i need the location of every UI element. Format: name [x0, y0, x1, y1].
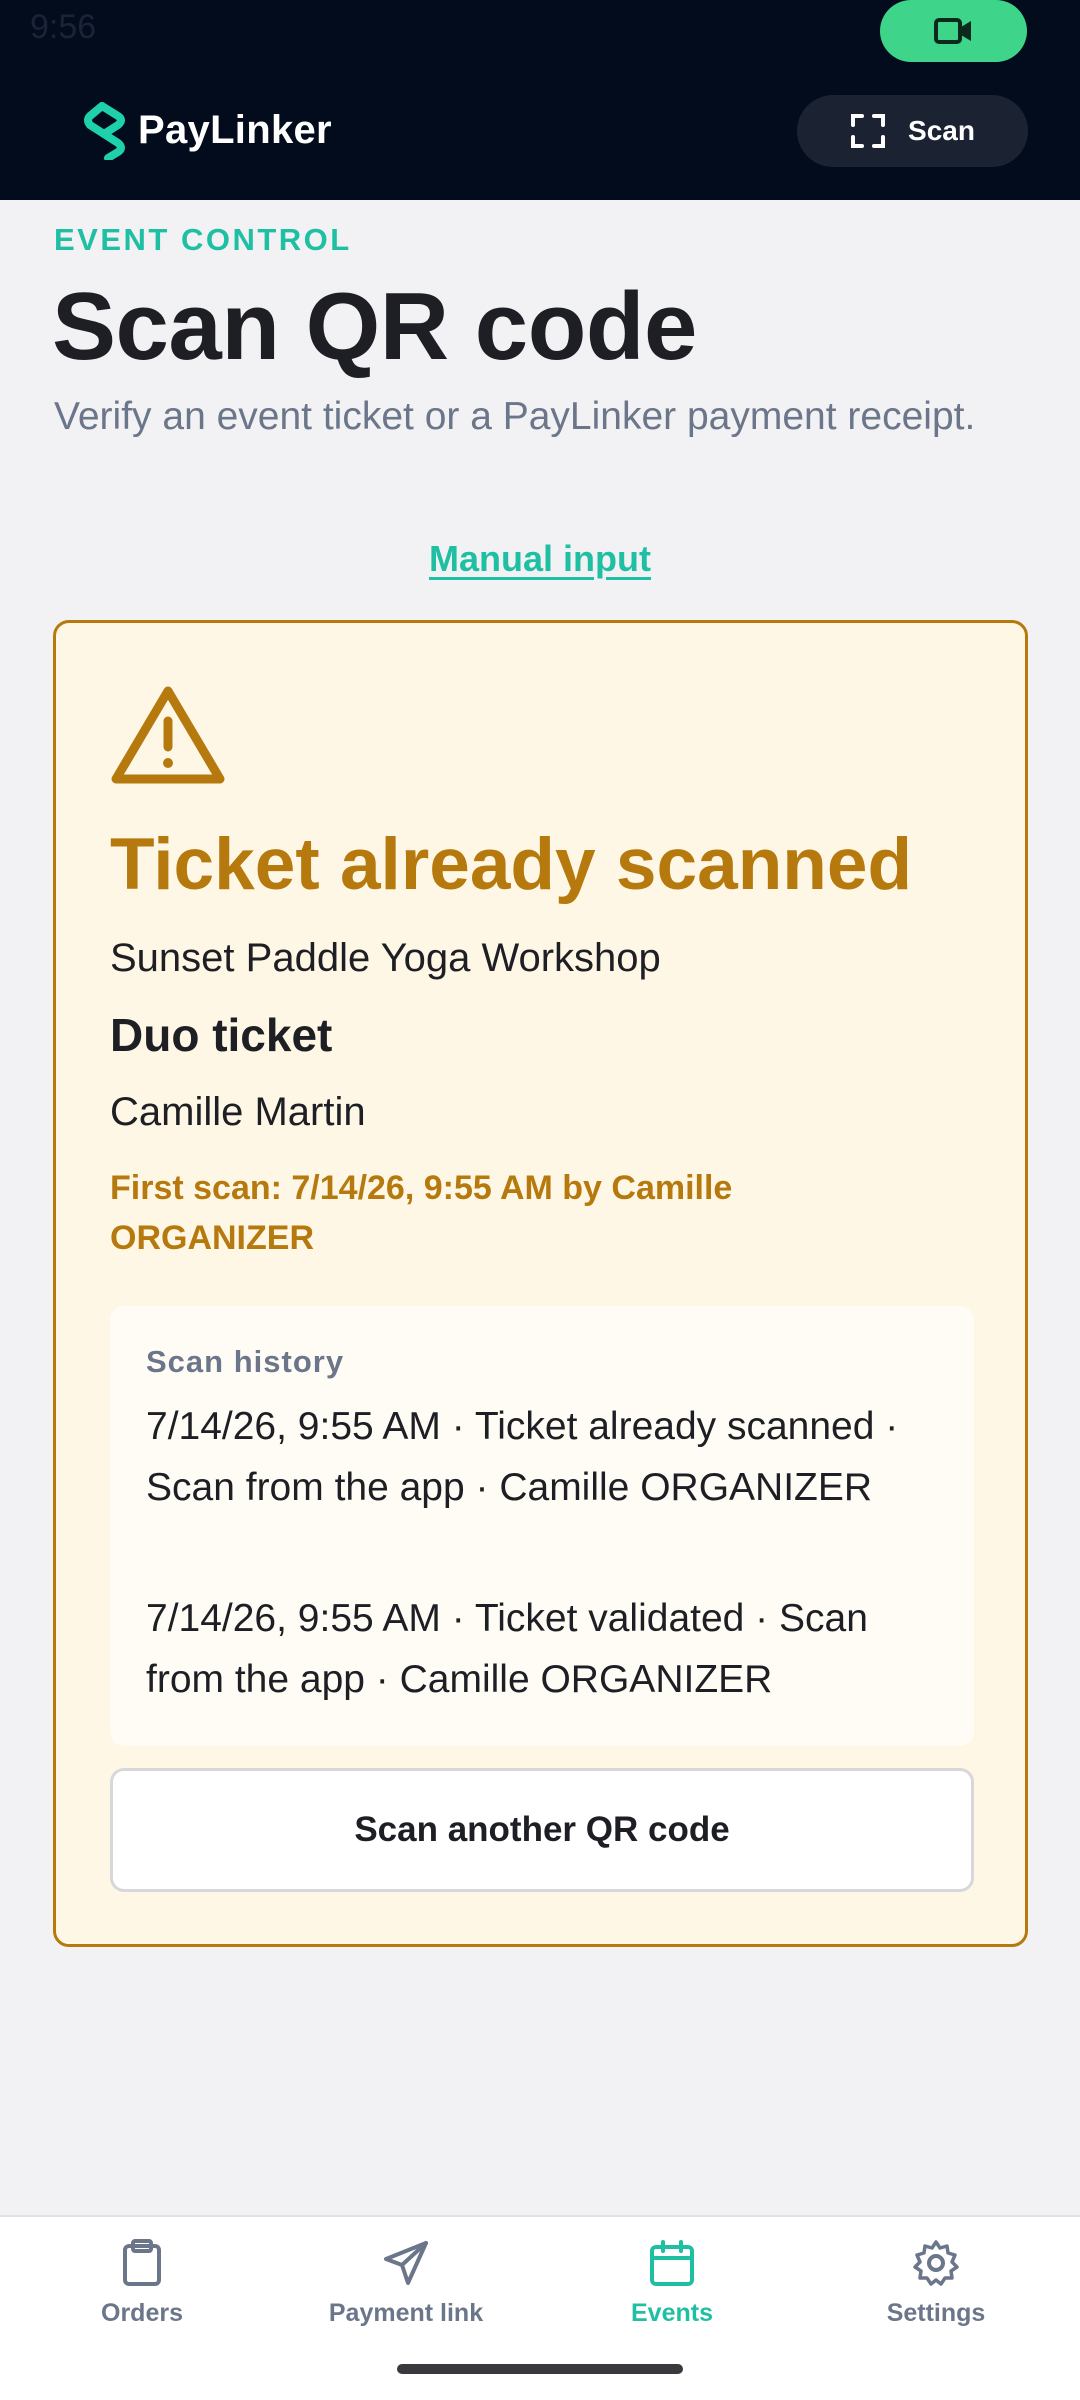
scan-history-label: Scan history — [146, 1344, 345, 1379]
nav-item-orders[interactable]: Orders — [12, 2239, 272, 2359]
scan-button-label: Scan — [908, 115, 975, 146]
ticket-holder: Camille Martin — [110, 1090, 366, 1134]
clipboard-icon — [123, 2239, 161, 2286]
app-header: 9:56 PayLinker Scan — [0, 0, 1080, 200]
status-time: 9:56 — [30, 8, 97, 46]
nav-item-settings[interactable]: Settings — [806, 2239, 1066, 2359]
brand-name: PayLinker — [138, 107, 332, 152]
event-name: Sunset Paddle Yoga Workshop — [110, 936, 661, 980]
scan-history-panel: Scan history 7/14/26, 9:55 AM · Ticket a… — [110, 1306, 974, 1746]
scan-another-button[interactable]: Scan another QR code — [110, 1768, 974, 1892]
result-title: Ticket already scanned — [110, 824, 913, 905]
nav-label: Orders — [101, 2299, 183, 2327]
paylinker-logo-icon — [84, 102, 125, 160]
ticket-already-scanned-card: Ticket already scanned Sunset Paddle Yog… — [53, 620, 1028, 1947]
section-eyebrow: EVENT CONTROL — [54, 222, 352, 257]
nav-item-events[interactable]: Events — [542, 2239, 802, 2359]
nav-label: Settings — [886, 2299, 986, 2327]
page-subtitle: Verify an event ticket or a PayLinker pa… — [54, 395, 976, 438]
warning-triangle-icon — [111, 686, 225, 784]
header-scan-button[interactable]: Scan — [797, 95, 1028, 167]
send-icon — [384, 2241, 428, 2285]
brand-logo[interactable]: PayLinker — [82, 100, 332, 160]
nav-label: Payment link — [328, 2299, 484, 2327]
first-scan-info: First scan: 7/14/26, 9:55 AM by Camille … — [110, 1169, 733, 1257]
manual-input-link[interactable]: Manual input — [0, 538, 1080, 580]
history-entry: 7/14/26, 9:55 AM · Ticket validated · Sc… — [146, 1597, 868, 1701]
page-title: Scan QR code — [52, 273, 697, 380]
scan-frame-icon — [851, 114, 886, 148]
nav-label: Events — [631, 2299, 713, 2327]
screen-record-indicator[interactable] — [880, 0, 1027, 62]
video-camera-icon — [933, 18, 971, 44]
gear-icon — [913, 2240, 959, 2286]
nav-item-payment-link[interactable]: Payment link — [276, 2239, 536, 2359]
calendar-icon — [650, 2240, 694, 2286]
ticket-type: Duo ticket — [110, 1009, 333, 1061]
history-entry: 7/14/26, 9:55 AM · Ticket already scanne… — [146, 1405, 899, 1509]
home-indicator[interactable] — [397, 2364, 683, 2374]
